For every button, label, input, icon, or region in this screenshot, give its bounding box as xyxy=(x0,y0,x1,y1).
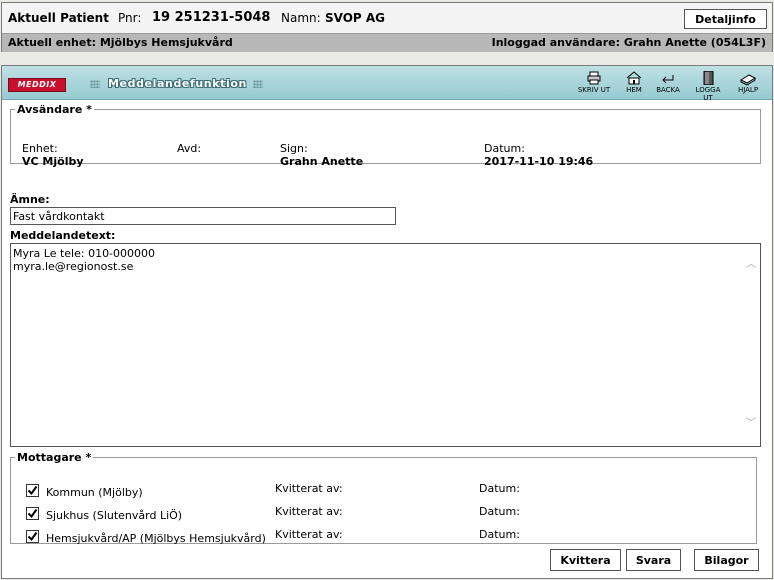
ack-label: Kvitterat av: xyxy=(275,528,343,541)
pnr-label: Pnr: xyxy=(118,11,142,25)
pnr-value: 19 251231-5048 xyxy=(152,10,271,25)
ack-label: Kvitterat av: xyxy=(275,505,343,518)
recipient-name: Kommun (Mjölby) xyxy=(46,486,143,499)
help-book-icon xyxy=(740,74,756,85)
subject-input[interactable] xyxy=(10,207,396,225)
subject-label: Ämne: xyxy=(10,193,50,206)
back-label: BACKA xyxy=(656,86,680,94)
app-title: Meddelandefunktion xyxy=(108,77,247,90)
app-toolbar: MEDDIX Meddelandefunktion SKRIV UT HEM B… xyxy=(2,66,772,102)
message-label: Meddelandetext: xyxy=(10,229,116,242)
logged-in-user-text: Inloggad användare: Grahn Anette (054L3F… xyxy=(491,36,766,49)
grip-dots-icon xyxy=(90,80,100,88)
sender-sign-label: Sign: xyxy=(280,142,308,155)
home-button[interactable]: HEM xyxy=(622,71,646,94)
help-label: HJÄLP xyxy=(737,86,759,94)
logout-label: LOGGA UT xyxy=(695,86,721,102)
printer-icon xyxy=(587,71,601,85)
sender-date-label: Datum: xyxy=(484,142,525,155)
recipients-section: Mottagare * Kommun (Mjölby) Kvitterat av… xyxy=(10,451,757,545)
name-label: Namn: xyxy=(281,11,321,25)
recipient-name: Sjukhus (Slutenvård LiÖ) xyxy=(46,509,183,522)
sender-legend: Avsändare * xyxy=(17,103,92,116)
checkmark-icon xyxy=(27,508,38,519)
patient-name-value: SVOP AG xyxy=(325,11,386,25)
checkmark-icon xyxy=(27,485,38,496)
recipients-legend: Mottagare * xyxy=(17,451,92,464)
ack-date-label: Datum: xyxy=(479,505,520,518)
recipient-checkbox-hemsjukvard[interactable] xyxy=(26,530,39,543)
scroll-down-icon[interactable]: ﹀ xyxy=(746,419,756,429)
scroll-up-icon[interactable]: ︿ xyxy=(746,260,756,270)
recipient-checkbox-sjukhus[interactable] xyxy=(26,507,39,520)
recipient-name: Hemsjukvård/AP (Mjölbys Hemsjukvård) xyxy=(46,532,266,545)
print-label: SKRIV UT xyxy=(577,86,611,94)
acknowledge-button[interactable]: Kvittera xyxy=(550,549,621,571)
unit-user-row: Aktuell enhet: Mjölbys Hemsjukvård Inlog… xyxy=(2,33,772,52)
sender-section: Avsändare * Enhet: VC Mjölby Avd: Sign: … xyxy=(10,103,761,168)
print-button[interactable]: SKRIV UT xyxy=(570,71,618,94)
ack-date-label: Datum: xyxy=(479,528,520,541)
help-button[interactable]: HJÄLP xyxy=(730,71,766,94)
recipient-checkbox-kommun[interactable] xyxy=(26,484,39,497)
sender-unit-value: VC Mjölby xyxy=(22,155,84,168)
checkmark-icon xyxy=(27,531,38,542)
reply-button[interactable]: Svara xyxy=(626,549,681,571)
ack-date-label: Datum: xyxy=(479,482,520,495)
ack-label: Kvitterat av: xyxy=(275,482,343,495)
sender-date-value: 2017-11-10 19:46 xyxy=(484,155,594,168)
logout-door-icon xyxy=(703,71,714,85)
spacer xyxy=(0,53,774,65)
current-patient-label: Aktuell Patient xyxy=(8,11,109,25)
sender-unit-label: Enhet: xyxy=(22,142,58,155)
back-arrow-icon xyxy=(662,75,674,84)
home-icon xyxy=(626,71,642,85)
message-app: MEDDIX Meddelandefunktion SKRIV UT HEM B… xyxy=(1,65,773,579)
sender-sign-value: Grahn Anette xyxy=(280,155,364,168)
home-label: HEM xyxy=(626,86,642,94)
logout-button[interactable]: LOGGA UT xyxy=(690,71,726,102)
current-unit-text: Aktuell enhet: Mjölbys Hemsjukvård xyxy=(8,36,233,49)
patient-header: Aktuell Patient Pnr: 19 251231-5048 Namn… xyxy=(1,2,773,52)
details-button[interactable]: Detaljinfo xyxy=(684,9,767,29)
sender-avd-label: Avd: xyxy=(177,142,202,155)
message-text: Myra Le tele: 010-000000 myra.le@regiono… xyxy=(13,247,156,273)
patient-info-row: Aktuell Patient Pnr: 19 251231-5048 Namn… xyxy=(2,3,772,33)
meddix-logo: MEDDIX xyxy=(8,78,66,92)
grip-dots-icon xyxy=(253,80,263,88)
attachments-button[interactable]: Bilagor xyxy=(694,549,759,571)
message-textarea[interactable]: Myra Le tele: 010-000000 myra.le@regiono… xyxy=(10,243,761,447)
back-button[interactable]: BACKA xyxy=(650,71,686,94)
